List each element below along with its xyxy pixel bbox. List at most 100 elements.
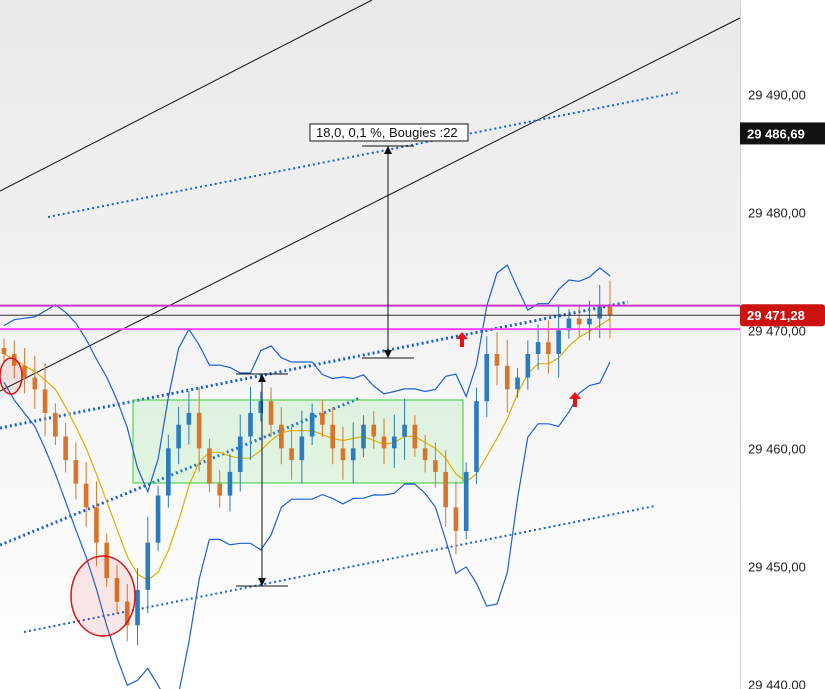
- candle: [597, 284, 603, 339]
- candle-body: [453, 507, 459, 531]
- chart-root: 18,0, 0,1 %, Bougies :22 29 440,00 29 450…: [0, 0, 825, 689]
- candle: [474, 387, 479, 485]
- candle: [587, 300, 592, 341]
- candle-body: [371, 424, 377, 437]
- candle: [42, 363, 48, 437]
- candle-body: [340, 448, 346, 461]
- candle-body: [53, 412, 58, 437]
- candle-body: [391, 436, 397, 449]
- candle: [53, 403, 58, 446]
- candle-body: [94, 507, 99, 543]
- candle: [1, 338, 7, 363]
- measure-arrowhead-up: [384, 146, 392, 154]
- candle: [94, 481, 99, 567]
- candle: [504, 339, 510, 413]
- trend-line-lower: [0, 17, 741, 392]
- y-tick-label: 29 450,00: [748, 559, 806, 574]
- candle-body: [320, 412, 325, 425]
- candle-body: [299, 436, 305, 461]
- candle: [63, 422, 68, 473]
- measurement-label: 18,0, 0,1 %, Bougies :22: [309, 123, 469, 142]
- candle-body: [1, 348, 7, 354]
- candle-body: [268, 401, 274, 425]
- candle: [32, 355, 38, 409]
- candle: [73, 442, 79, 500]
- candle-body: [207, 448, 212, 484]
- candle-body: [525, 353, 531, 378]
- candle-body: [135, 589, 140, 626]
- candle-body: [556, 330, 561, 354]
- candle-body: [237, 436, 243, 472]
- candle-body: [176, 424, 181, 449]
- candle-body: [587, 318, 592, 325]
- candle-body: [597, 306, 603, 319]
- candle-body: [42, 389, 48, 413]
- candle: [145, 516, 151, 614]
- candle-body: [155, 495, 161, 543]
- candle-body: [422, 448, 428, 461]
- trend-line-upper: [0, 0, 373, 192]
- candle: [155, 486, 161, 552]
- candle-body: [443, 471, 448, 508]
- measure-arrowhead-down: [384, 350, 392, 358]
- candle-body: [474, 401, 479, 472]
- candle-body: [83, 483, 89, 508]
- candle-body: [166, 448, 171, 496]
- candle-body: [63, 436, 68, 461]
- candle-body: [576, 318, 582, 325]
- chart-svg: 18,0, 0,1 %, Bougies :22 29 440,00 29 450…: [0, 0, 825, 689]
- candle-body: [22, 365, 27, 378]
- candle-body: [535, 342, 541, 354]
- candle: [515, 368, 520, 398]
- target-measure-arrow: [362, 145, 414, 359]
- candle-body: [484, 353, 490, 402]
- price-tag: 29 486,69: [740, 122, 825, 145]
- price-tag-label: 29 486,69: [747, 126, 805, 141]
- measurement-label-text: 18,0, 0,1 %, Bougies :22: [316, 125, 458, 140]
- dotted-trend-top: [47, 91, 681, 218]
- candle: [135, 568, 140, 645]
- y-tick-label: 29 460,00: [748, 441, 806, 456]
- y-tick-label: 29 480,00: [748, 205, 806, 220]
- candle-body: [515, 377, 520, 390]
- candle-body: [73, 460, 79, 484]
- candle-body: [248, 412, 253, 437]
- candle-body: [217, 483, 223, 496]
- candle-body: [494, 353, 500, 366]
- candle-body: [546, 342, 551, 354]
- candle-body: [279, 424, 284, 449]
- candle: [525, 340, 531, 390]
- candle-body: [361, 424, 366, 449]
- candle-body: [289, 448, 294, 461]
- candle: [576, 304, 582, 337]
- candle-body: [412, 424, 418, 449]
- trend-lines-layer: [0, 0, 741, 633]
- candle: [494, 332, 500, 386]
- candle: [484, 336, 490, 418]
- candle-body: [32, 377, 38, 390]
- candle: [453, 481, 459, 555]
- candle-body: [463, 471, 469, 531]
- candle-body: [330, 424, 335, 449]
- highlight-ellipse-large: [70, 555, 136, 637]
- candle-body: [504, 365, 510, 390]
- annotations-layer: 18,0, 0,1 %, Bougies :22: [0, 123, 740, 637]
- candle: [535, 324, 541, 370]
- candle-body: [309, 412, 315, 437]
- candle-body: [607, 306, 613, 316]
- candle-body: [381, 436, 387, 449]
- candle-body: [196, 412, 202, 449]
- price-tag: 29 471,28: [740, 304, 825, 327]
- candle-body: [402, 424, 407, 437]
- candle-body: [433, 460, 438, 472]
- price-axis-layer: 29 440,0029 450,0029 460,0029 470,0029 4…: [740, 87, 825, 689]
- y-tick-label: 29 440,00: [748, 677, 806, 689]
- highlight-ellipse-small: [0, 357, 23, 395]
- price-tag-label: 29 471,28: [747, 308, 805, 323]
- candle: [463, 462, 469, 540]
- y-tick-label: 29 490,00: [748, 87, 806, 102]
- candle-body: [145, 542, 151, 590]
- candle-body: [227, 471, 233, 496]
- candle-body: [350, 448, 356, 461]
- candle: [22, 348, 27, 394]
